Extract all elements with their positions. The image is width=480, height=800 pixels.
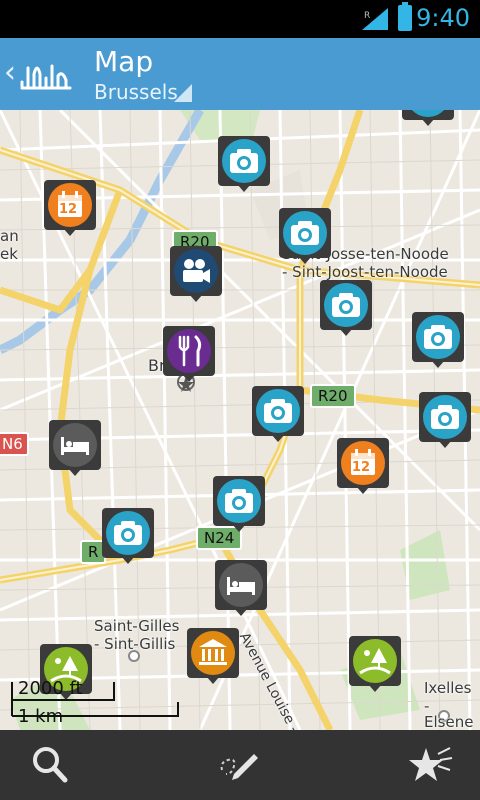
app-logo-icon[interactable]: [20, 56, 72, 92]
camera-icon: [264, 399, 292, 423]
status-bar: R 9:40: [0, 0, 480, 38]
search-button[interactable]: [22, 740, 78, 790]
camera-icon: [114, 521, 142, 545]
search-icon: [33, 747, 68, 783]
calendar-day: 12: [59, 202, 78, 217]
photo-marker[interactable]: [213, 476, 265, 534]
photo-marker[interactable]: [252, 386, 304, 444]
photo-marker[interactable]: [412, 312, 464, 370]
photo-marker[interactable]: [279, 208, 331, 266]
map-view[interactable]: an ek Saint-Josse-ten-Noode - Sint-Joost…: [0, 110, 480, 730]
status-time: 9:40: [416, 4, 470, 32]
camera-icon: [225, 489, 253, 513]
action-bar: ‹ Map Brussels: [0, 38, 480, 110]
museum-marker[interactable]: [187, 628, 239, 686]
scale-metric: 1 km: [18, 706, 64, 727]
page-title: Map: [94, 45, 154, 78]
map-label: an: [0, 227, 19, 245]
draw-route-button[interactable]: [212, 740, 268, 790]
event-marker[interactable]: 12: [44, 180, 96, 238]
dropdown-triangle-icon[interactable]: [174, 84, 192, 102]
map-label: Ixelles: [424, 679, 472, 697]
hotel-marker[interactable]: [49, 420, 101, 478]
bed-icon: [227, 577, 255, 595]
favorites-button[interactable]: [402, 740, 458, 790]
camera-icon: [230, 149, 258, 173]
battery-icon: [398, 2, 412, 31]
hotel-marker[interactable]: [215, 560, 267, 618]
map-label: Saint-Gilles: [94, 617, 180, 635]
camera-icon: [424, 325, 452, 349]
museum-icon: [199, 639, 227, 665]
map-label: - Sint-Gillis: [94, 635, 176, 653]
photo-marker[interactable]: [320, 280, 372, 338]
svg-text:R: R: [364, 11, 370, 21]
bed-icon: [61, 437, 89, 455]
city-selector[interactable]: Brussels: [94, 80, 178, 104]
bottom-toolbar: [0, 730, 480, 800]
map-label: - Sint-Joost-ten-Noode: [282, 263, 448, 281]
photo-marker[interactable]: [419, 392, 471, 450]
map-scale: 2000 ft 1 km: [10, 670, 190, 730]
camera-icon: [291, 221, 319, 245]
photo-marker[interactable]: [402, 110, 454, 128]
fork-knife-icon: [178, 335, 202, 367]
map-label: - Elsene: [424, 697, 474, 730]
back-chevron-icon[interactable]: ‹: [4, 58, 16, 88]
photo-marker[interactable]: [218, 136, 270, 194]
photo-marker[interactable]: [102, 508, 154, 566]
star-icon: [409, 747, 453, 781]
map-label: ek: [0, 245, 18, 263]
signal-icon: R: [362, 8, 388, 30]
calendar-day: 12: [352, 460, 371, 475]
road-badge-n6: N6: [0, 432, 29, 456]
road-badge: R20: [310, 384, 356, 408]
cinema-marker[interactable]: [170, 246, 222, 304]
camera-icon: [431, 405, 459, 429]
park-marker[interactable]: [349, 636, 401, 694]
pencil-route-icon: [220, 754, 258, 780]
camera-icon: [332, 293, 360, 317]
scale-imperial: 2000 ft: [18, 678, 83, 699]
tree-icon: [359, 648, 391, 675]
restaurant-marker[interactable]: [163, 326, 215, 384]
event-marker[interactable]: 12: [337, 438, 389, 496]
film-camera-icon: [183, 259, 210, 283]
